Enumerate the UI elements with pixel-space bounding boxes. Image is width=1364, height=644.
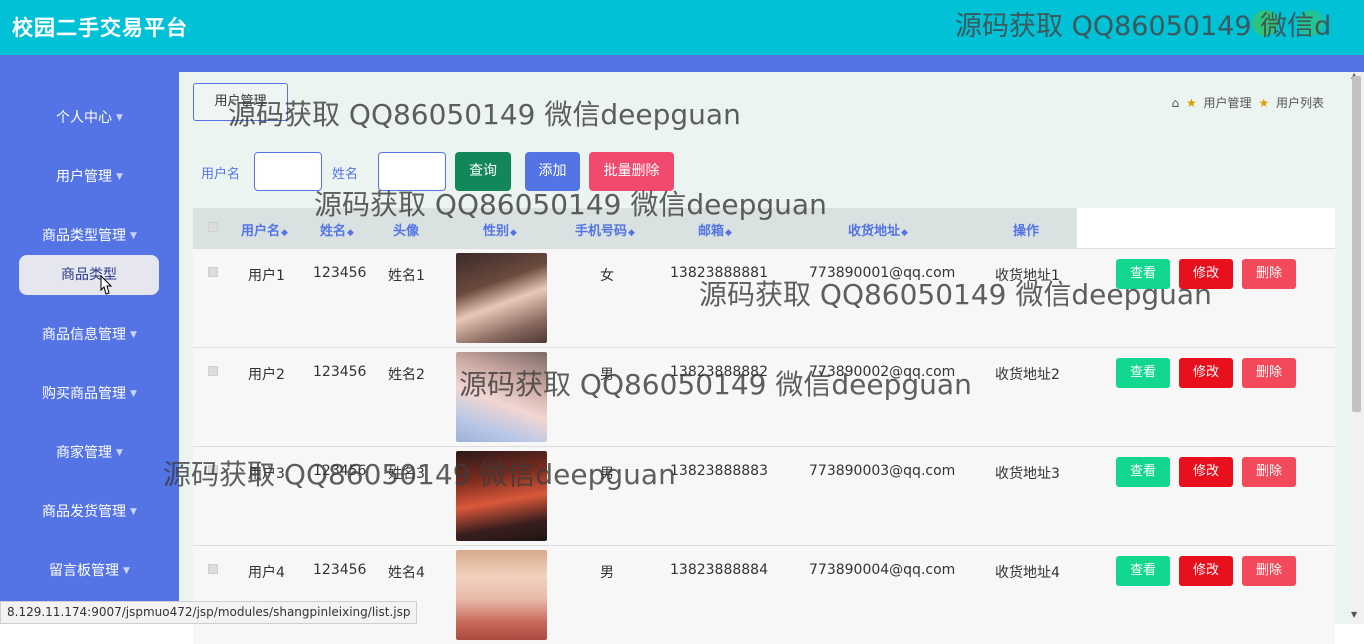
watermark-overlay: 源码获取 QQ86050149 微信deepguan	[228, 98, 741, 131]
watermark-overlay: 源码获取 QQ86050149 微信deepguan	[459, 368, 972, 401]
sidebar-item-label: 商品发货管理	[42, 504, 127, 520]
sidebar-item-label: 商品信息管理	[42, 327, 127, 343]
cell-address: 收货地址2	[995, 367, 1060, 383]
cell-address: 收货地址4	[995, 565, 1060, 581]
sidebar-item-label: 留言板管理	[49, 563, 120, 579]
breadcrumb-item[interactable]: 用户管理	[1204, 96, 1252, 110]
sidebar-item-shipping-management[interactable]: 商品发货管理 ▼	[0, 501, 179, 521]
sidebar-subitem-product-type[interactable]: 商品类型	[19, 255, 159, 295]
cell-password: 123456	[313, 265, 367, 281]
cell-phone: 13823888883	[670, 463, 768, 479]
sidebar-item-label: 购买商品管理	[42, 386, 127, 402]
view-button[interactable]: 查看	[1116, 556, 1170, 586]
sidebar-item-purchase-management[interactable]: 购买商品管理 ▼	[0, 383, 179, 403]
caret-down-icon: ▼	[116, 113, 123, 123]
delete-button[interactable]: 删除	[1242, 457, 1296, 487]
column-header-actions: 操作	[1013, 224, 1040, 239]
sidebar: 个人中心 ▼ 用户管理 ▼ 商品类型管理 ▼ 商品类型 商品信息管理 ▼ 购买商品管理 ▼…	[0, 72, 179, 624]
home-icon[interactable]: ⌂	[1172, 96, 1180, 110]
delete-button[interactable]: 删除	[1242, 556, 1296, 586]
app-title: 校园二手交易平台	[12, 16, 188, 40]
cell-username: 用户2	[248, 367, 285, 383]
caret-down-icon: ▼	[130, 389, 137, 399]
avatar	[456, 550, 547, 640]
caret-down-icon: ▼	[130, 231, 137, 241]
view-button[interactable]: 查看	[1116, 457, 1170, 487]
cell-email: 773890004@qq.com	[809, 562, 956, 578]
row-checkbox[interactable]	[208, 564, 218, 574]
cell-name: 姓名4	[388, 565, 425, 581]
vertical-scrollbar[interactable]: ▲ ▼	[1349, 71, 1364, 624]
caret-down-icon: ▼	[116, 448, 123, 458]
delete-button[interactable]: 删除	[1242, 358, 1296, 388]
scrollbar-thumb[interactable]	[1352, 76, 1361, 412]
cell-gender: 男	[600, 565, 614, 581]
sidebar-item-label: 商品类型管理	[42, 228, 127, 244]
sidebar-item-merchant-management[interactable]: 商家管理 ▼	[0, 442, 179, 462]
scroll-down-icon[interactable]: ▼	[1351, 610, 1357, 619]
sidebar-item-message-board-management[interactable]: 留言板管理 ▼	[0, 560, 179, 580]
column-header-username[interactable]: 用户名◆	[241, 220, 288, 239]
avatar	[456, 253, 547, 343]
watermark-overlay: 源码获取 QQ86050149 微信deepguan	[163, 458, 676, 491]
watermark-overlay: 源码获取 QQ86050149 微信deepguan	[699, 278, 1212, 311]
row-checkbox[interactable]	[208, 267, 218, 277]
caret-down-icon: ▼	[123, 566, 130, 576]
cell-username: 用户1	[248, 268, 285, 284]
star-icon: ★	[1258, 96, 1270, 110]
top-bar: 校园二手交易平台 源码获取 QQ86050149 微信d	[0, 0, 1364, 55]
cell-name: 姓名2	[388, 367, 425, 383]
row-checkbox[interactable]	[208, 366, 218, 376]
cell-username: 用户4	[248, 565, 285, 581]
cell-gender: 女	[600, 268, 614, 284]
breadcrumb: ⌂ ★ 用户管理 ★ 用户列表	[1169, 94, 1325, 111]
mouse-pointer-icon	[100, 275, 112, 295]
sidebar-item-label: 用户管理	[56, 169, 113, 185]
edit-button[interactable]: 修改	[1179, 556, 1233, 586]
edit-button[interactable]: 修改	[1179, 457, 1233, 487]
cell-phone: 13823888884	[670, 562, 768, 578]
status-bar-url: 8.129.11.174:9007/jspmuo472/jsp/modules/…	[0, 601, 418, 624]
sidebar-item-product-type-management[interactable]: 商品类型管理 ▼	[0, 225, 179, 245]
sidebar-item-label: 商家管理	[56, 445, 113, 461]
name-label: 姓名	[332, 167, 359, 182]
header-strip	[0, 55, 1364, 72]
breadcrumb-item: 用户列表	[1275, 96, 1324, 110]
cell-password: 123456	[313, 364, 367, 380]
watermark-top: 源码获取 QQ86050149 微信d	[955, 11, 1332, 42]
cell-email: 773890003@qq.com	[809, 463, 956, 479]
caret-down-icon: ▼	[130, 507, 137, 517]
username-input[interactable]	[254, 152, 322, 191]
view-button[interactable]: 查看	[1116, 358, 1170, 388]
sidebar-item-product-info-management[interactable]: 商品信息管理 ▼	[0, 324, 179, 344]
table-row: 用户4 123456 姓名4 男 13823888884 773890004@q…	[193, 545, 1335, 644]
caret-down-icon: ▼	[116, 172, 123, 182]
sidebar-item-personal-center[interactable]: 个人中心 ▼	[0, 107, 179, 127]
column-header-address[interactable]: 收货地址◆	[848, 220, 908, 239]
cell-name: 姓名1	[388, 268, 425, 284]
username-label: 用户名	[201, 167, 241, 182]
caret-down-icon: ▼	[130, 330, 137, 340]
select-all-checkbox[interactable]	[208, 222, 218, 232]
cell-address: 收货地址3	[995, 466, 1060, 482]
delete-button[interactable]: 删除	[1242, 259, 1296, 289]
watermark-overlay: 源码获取 QQ86050149 微信deepguan	[314, 188, 827, 221]
star-icon: ★	[1185, 96, 1197, 110]
sidebar-item-label: 个人中心	[56, 110, 113, 126]
sidebar-item-user-management[interactable]: 用户管理 ▼	[0, 166, 179, 186]
cell-password: 123456	[313, 562, 367, 578]
user-table: 用户名◆ 姓名◆ 头像 性别◆ 手机号码◆ 邮箱◆ 收货地址◆ 操作 用户1 1…	[193, 208, 1335, 644]
edit-button[interactable]: 修改	[1179, 358, 1233, 388]
